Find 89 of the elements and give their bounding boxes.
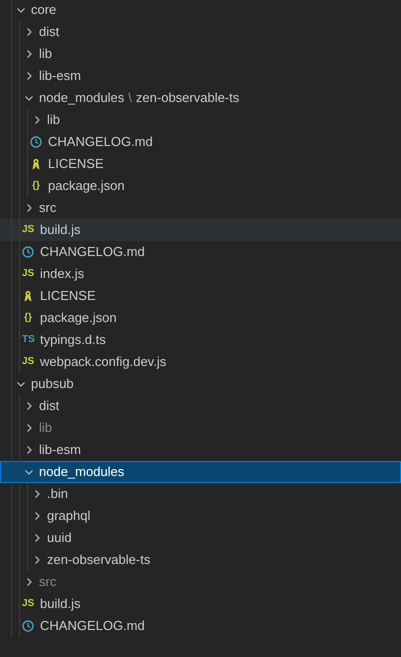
tree-item[interactable]: JS webpack.config.dev.js — [0, 351, 401, 373]
file-type-icon: JS — [22, 357, 34, 367]
chevron-right-icon[interactable] — [25, 28, 33, 36]
clock-icon — [22, 620, 34, 632]
chevron-right-icon[interactable] — [25, 50, 33, 58]
tree-item[interactable]: CHANGELOG.md — [0, 241, 401, 263]
tree-item[interactable]: LICENSE — [0, 153, 401, 175]
clock-icon — [30, 136, 42, 148]
tree-item[interactable]: zen-observable-ts — [0, 549, 401, 571]
file-name: CHANGELOG.md — [40, 243, 145, 262]
tree-item[interactable]: dist — [0, 21, 401, 43]
folder-name: lib-esm — [39, 441, 81, 460]
file-name: build.js — [40, 595, 80, 614]
folder-name: .bin — [47, 485, 68, 504]
ribbon-icon — [30, 158, 42, 170]
tree-item[interactable]: CHANGELOG.md — [0, 615, 401, 637]
file-type-icon: JS — [22, 225, 34, 235]
folder-name: dist — [39, 23, 60, 42]
chevron-right-icon[interactable] — [33, 534, 41, 542]
chevron-down-icon[interactable] — [17, 6, 25, 14]
chevron-right-icon[interactable] — [25, 578, 33, 586]
folder-name: zen-observable-ts — [136, 89, 240, 108]
chevron-right-icon[interactable] — [33, 490, 41, 498]
path-separator: \ — [128, 89, 132, 108]
clock-icon — [22, 246, 34, 258]
folder-name: dist — [39, 397, 60, 416]
tree-item[interactable]: core — [0, 0, 401, 21]
tree-item[interactable]: lib — [0, 109, 401, 131]
braces-icon: {} — [30, 181, 42, 191]
chevron-right-icon[interactable] — [25, 204, 33, 212]
file-name: index.js — [40, 265, 84, 284]
tree-item[interactable]: JS build.js — [0, 593, 401, 615]
tree-item[interactable]: src — [0, 571, 401, 593]
file-name: package.json — [48, 177, 125, 196]
folder-name: lib — [39, 419, 52, 438]
chevron-down-icon[interactable] — [25, 468, 33, 476]
folder-name: lib — [47, 111, 60, 130]
tree-item[interactable]: CHANGELOG.md — [0, 131, 401, 153]
ribbon-icon — [22, 290, 34, 302]
tree-item[interactable]: lib-esm — [0, 439, 401, 461]
chevron-right-icon[interactable] — [25, 446, 33, 454]
file-type-icon: TS — [22, 335, 34, 345]
tree-item[interactable]: dist — [0, 395, 401, 417]
chevron-right-icon[interactable] — [33, 116, 41, 124]
tree-item[interactable]: lib — [0, 417, 401, 439]
file-name: LICENSE — [48, 155, 104, 174]
folder-name: uuid — [47, 529, 72, 548]
tree-item[interactable]: pubsub — [0, 373, 401, 395]
tree-item[interactable]: LICENSE — [0, 285, 401, 307]
chevron-down-icon[interactable] — [17, 380, 25, 388]
file-type-icon: JS — [22, 599, 34, 609]
tree-item[interactable]: {} package.json — [0, 307, 401, 329]
braces-icon: {} — [22, 313, 34, 323]
folder-name: src — [39, 573, 56, 592]
tree-item[interactable]: TS typings.d.ts — [0, 329, 401, 351]
folder-name: zen-observable-ts — [47, 551, 150, 570]
file-name: build.js — [40, 221, 80, 240]
file-name: LICENSE — [40, 287, 96, 306]
tree-item[interactable]: {} package.json — [0, 175, 401, 197]
tree-item[interactable]: JS index.js — [0, 263, 401, 285]
folder-name: core — [31, 1, 56, 20]
tree-item[interactable]: node_modules \ zen-observable-ts — [0, 87, 401, 109]
folder-name: node_modules — [39, 89, 124, 108]
tree-item[interactable]: uuid — [0, 527, 401, 549]
folder-name: graphql — [47, 507, 90, 526]
tree-item[interactable]: node_modules — [0, 461, 401, 483]
file-name: typings.d.ts — [40, 331, 106, 350]
folder-name: lib — [39, 45, 52, 64]
tree-item[interactable]: graphql — [0, 505, 401, 527]
chevron-down-icon[interactable] — [25, 94, 33, 102]
file-name: CHANGELOG.md — [48, 133, 153, 152]
folder-name: node_modules — [39, 463, 124, 482]
chevron-right-icon[interactable] — [33, 556, 41, 564]
folder-name: src — [39, 199, 56, 218]
chevron-right-icon[interactable] — [25, 402, 33, 410]
tree-item[interactable]: lib — [0, 43, 401, 65]
file-name: webpack.config.dev.js — [40, 353, 166, 372]
folder-name: lib-esm — [39, 67, 81, 86]
chevron-right-icon[interactable] — [25, 424, 33, 432]
file-type-icon: JS — [22, 269, 34, 279]
tree-item[interactable]: src — [0, 197, 401, 219]
chevron-right-icon[interactable] — [25, 72, 33, 80]
tree-item[interactable]: lib-esm — [0, 65, 401, 87]
folder-name: pubsub — [31, 375, 74, 394]
chevron-right-icon[interactable] — [33, 512, 41, 520]
file-name: package.json — [40, 309, 117, 328]
file-name: CHANGELOG.md — [40, 617, 145, 636]
tree-item[interactable]: JS build.js — [0, 219, 401, 241]
tree-item[interactable]: .bin — [0, 483, 401, 505]
